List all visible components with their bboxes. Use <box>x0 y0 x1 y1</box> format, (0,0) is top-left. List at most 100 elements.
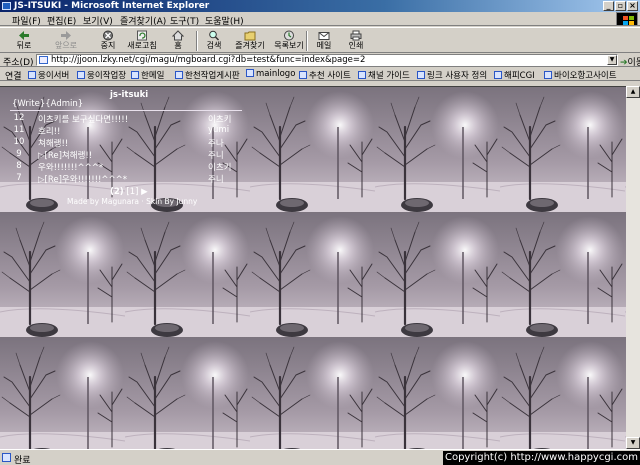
back-button[interactable]: 뒤로 <box>12 30 36 52</box>
page-icon <box>39 56 48 64</box>
search-icon <box>209 30 220 41</box>
post-subject[interactable]: 호리!! <box>38 125 60 137</box>
background-tile <box>125 212 250 337</box>
refresh-icon <box>137 30 147 41</box>
menu-edit[interactable]: 편집(E) <box>47 14 76 27</box>
post-author: 주니 <box>208 175 224 185</box>
mail-button[interactable]: 메일 <box>313 30 335 52</box>
post-row[interactable]: 8 우와!!!!!!!^^^* 이츠키 <box>0 161 250 173</box>
mail-icon <box>318 32 330 40</box>
link-page-icon <box>77 71 85 79</box>
background-tile <box>500 212 625 337</box>
link-page-icon <box>544 71 552 79</box>
status-bar: 완료 Copyright(c) http://www.happycgi.com <box>0 449 640 465</box>
scroll-up-button[interactable]: ▲ <box>626 86 640 98</box>
menu-help[interactable]: 도움말(H) <box>205 14 244 27</box>
link-page-icon <box>417 71 425 79</box>
background-tile <box>125 337 250 449</box>
post-subject[interactable]: 우와!!!!!!!^^^* <box>38 161 103 173</box>
back-arrow-icon <box>19 31 29 40</box>
background-tile <box>250 87 375 212</box>
menu-bar: 파일(F) 편집(E) 보기(V) 즐겨찾기(A) 도구(T) 도움말(H) <box>0 12 640 27</box>
link-page-icon <box>358 71 366 79</box>
post-subject[interactable]: 쳐해랭!! <box>38 137 68 149</box>
post-author: 주니 <box>208 151 224 161</box>
menu-file[interactable]: 파일(F) <box>12 14 41 27</box>
status-text: 완료 <box>14 456 31 465</box>
link-page-icon <box>246 69 254 77</box>
background-tile <box>375 337 500 449</box>
link-item[interactable]: 추천 사이트 <box>299 69 351 81</box>
background-tile <box>0 337 125 449</box>
next-page-arrow-icon[interactable]: ▶ <box>141 187 148 197</box>
stop-button[interactable]: 중지 <box>97 30 119 52</box>
close-button[interactable]: × <box>627 1 638 11</box>
pagination: (2) [1] ▶ <box>110 187 148 197</box>
history-clock-icon <box>284 30 294 41</box>
title-bar: JS-ITSUKI - Microsoft Internet Explorer … <box>0 0 640 12</box>
credit-text: Made by Magunara · Skin By Junny <box>67 197 198 206</box>
minimize-button[interactable]: _ <box>603 1 614 11</box>
link-page-icon <box>131 71 139 79</box>
link-page-icon <box>175 71 183 79</box>
link-item[interactable]: 링크 사용자 정의 <box>417 69 487 81</box>
link-item[interactable]: 채널 가이드 <box>358 69 410 81</box>
window-title: JS-ITSUKI - Microsoft Internet Explorer <box>14 1 210 11</box>
board-title: js-itsuki <box>110 90 149 100</box>
menu-tools[interactable]: 도구(T) <box>170 14 199 27</box>
favorites-folder-icon <box>244 31 256 41</box>
page-content: js-itsuki {Write}{Admin} 12 이츠키를 보구싶다면!!… <box>0 86 626 449</box>
search-button[interactable]: 검색 <box>203 30 225 52</box>
address-url[interactable]: http://jjoon.lzky.net/cgi/magu/mgboard.c… <box>51 55 365 66</box>
post-subject[interactable]: 이츠키를 보구싶다면!!!!! <box>38 113 128 125</box>
favorites-button[interactable]: 즐겨찾기 <box>232 30 268 52</box>
menu-view[interactable]: 보기(V) <box>83 14 113 27</box>
link-item[interactable]: 한천작업게시판 <box>175 69 240 81</box>
history-button[interactable]: 목록보기 <box>271 30 307 52</box>
post-author: 이츠키 <box>208 163 232 173</box>
links-bar: 연결 웅이서버 웅이작업장 한메일 한천작업게시판 mainlogo 추천 사이… <box>0 67 640 82</box>
link-item[interactable]: 한메일 <box>131 69 164 81</box>
background-tile <box>250 212 375 337</box>
post-subject[interactable]: ▷[Re]쳐해랭!! <box>38 149 92 161</box>
background-tile <box>500 87 625 212</box>
page-link-1[interactable]: [1] <box>126 187 138 197</box>
print-button[interactable]: 인쇄 <box>345 30 367 52</box>
address-input[interactable]: http://jjoon.lzky.net/cgi/magu/mgboard.c… <box>36 54 618 66</box>
link-page-icon <box>28 71 36 79</box>
address-bar: 주소(D) http://jjoon.lzky.net/cgi/magu/mgb… <box>0 53 640 68</box>
post-row[interactable]: 10 쳐해랭!! 주나 <box>0 137 250 149</box>
link-item[interactable]: 웅이작업장 <box>77 69 126 81</box>
refresh-button[interactable]: 새로고침 <box>126 30 158 52</box>
vertical-scrollbar[interactable]: ▲ ▼ <box>626 86 640 449</box>
post-row[interactable]: 9 ▷[Re]쳐해랭!! 주니 <box>0 149 250 161</box>
links-label: 연결 <box>5 72 22 82</box>
post-subject[interactable]: ▷[Re]우와!!!!!!!^^^* <box>38 173 127 185</box>
forward-button[interactable]: 앞으로 <box>52 30 80 52</box>
background-tile <box>500 337 625 449</box>
toolbar-separator <box>196 31 198 51</box>
toolbar: 뒤로 앞으로 중지 새로고침 홈 검색 즐겨찾기 목록보기 메일 인쇄 <box>0 27 640 53</box>
menu-favorites[interactable]: 즐겨찾기(A) <box>120 14 166 27</box>
background-tile <box>250 337 375 449</box>
address-dropdown-button[interactable]: ▼ <box>607 55 617 65</box>
link-item[interactable]: mainlogo <box>246 69 295 79</box>
ie-logo-icon <box>2 2 11 10</box>
background-tile <box>375 87 500 212</box>
stop-icon <box>103 30 113 41</box>
link-item[interactable]: 웅이서버 <box>28 69 69 81</box>
home-button[interactable]: 홈 <box>168 30 188 52</box>
link-item[interactable]: 해피CGI <box>494 69 535 81</box>
home-icon <box>172 30 184 41</box>
background-tile <box>375 212 500 337</box>
link-page-icon <box>494 71 502 79</box>
maximize-button[interactable]: ▫ <box>615 1 626 11</box>
scroll-down-button[interactable]: ▼ <box>626 437 640 449</box>
post-row[interactable]: 12 이츠키를 보구싶다면!!!!! 이츠키 <box>0 113 250 125</box>
current-page: (2) <box>110 187 124 197</box>
link-item[interactable]: 바이오항고사이트 <box>544 69 617 81</box>
post-row[interactable]: 11 호리!! yumi <box>0 125 250 137</box>
write-admin-links[interactable]: {Write}{Admin} <box>12 99 83 109</box>
post-row[interactable]: 7 ▷[Re]우와!!!!!!!^^^* 주니 <box>0 173 250 185</box>
post-author: 이츠키 <box>208 115 232 125</box>
